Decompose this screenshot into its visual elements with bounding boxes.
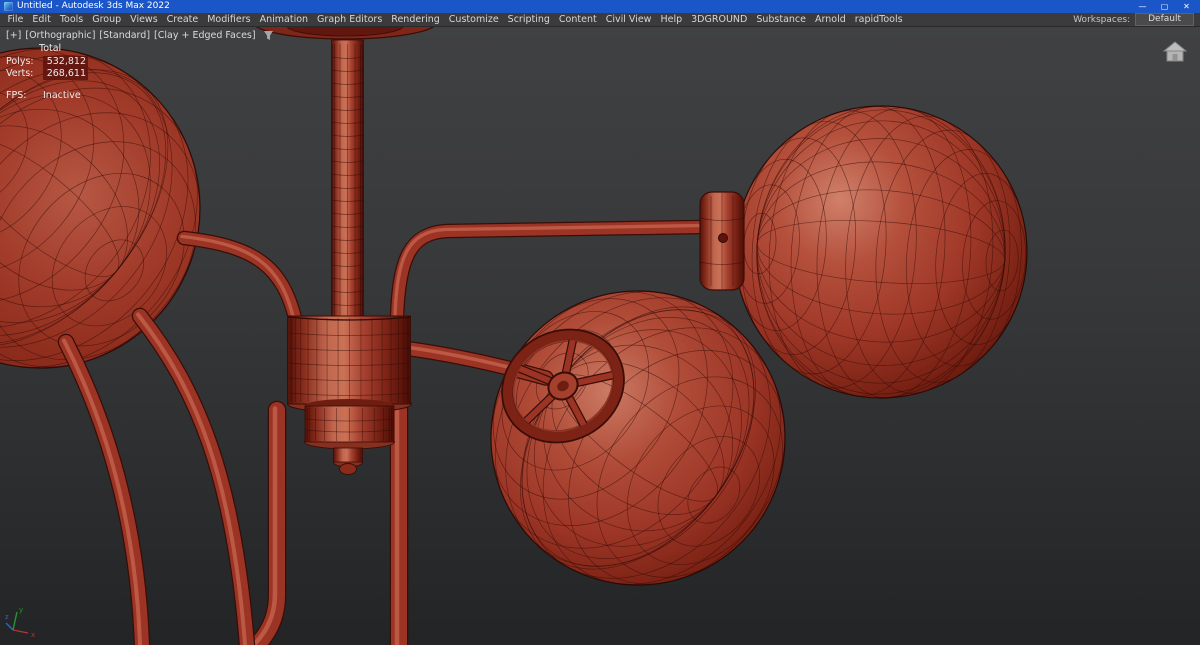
menu-item[interactable]: Group [88,13,126,27]
viewport-label-segment[interactable]: [Standard] [99,30,150,41]
menu-item[interactable]: File [3,13,28,27]
sphere-collar [699,191,745,291]
stats-verts-row: Verts: 268,611 [6,68,88,80]
stats-total-label: Total [39,43,62,54]
close-button[interactable]: ✕ [1176,0,1197,13]
menu-item[interactable]: Edit [28,13,55,27]
menu-item[interactable]: Customize [444,13,503,27]
stats-fps-value: Inactive [43,90,81,101]
top-shade [255,27,435,40]
workspaces-label: Workspaces: [1073,14,1131,25]
minimize-button[interactable]: — [1132,0,1153,13]
menu-item[interactable]: Arnold [811,13,851,27]
menu-item[interactable]: Help [656,13,687,27]
stats-verts-value: 268,611 [43,68,88,80]
stats-polys-row: Polys: 532,812 [6,56,88,68]
stats-fps-row: FPS: Inactive [6,90,88,102]
axis-y-label: y [19,606,23,614]
menu-item[interactable]: Views [126,13,163,27]
menu-item[interactable]: Animation [255,13,312,27]
viewport-statistics: Total Polys: 532,812 Verts: 268,611 FPS:… [6,43,88,102]
menu-item[interactable]: rapidTools [850,13,907,27]
menu-item[interactable]: Rendering [387,13,445,27]
stats-polys-label: Polys: [6,56,34,67]
viewport-label-segment[interactable]: [Orthographic] [25,30,95,41]
viewport-label-segment[interactable]: [+] [6,30,21,41]
menu-item[interactable]: Content [554,13,601,27]
titlebar: Untitled - Autodesk 3ds Max 2022 — ▢ ✕ [0,0,1200,13]
axis-x-label: x [31,631,35,639]
menu-item[interactable]: Scripting [503,13,554,27]
right-sphere [734,105,1028,399]
workspaces-dropdown[interactable]: Default [1135,13,1194,26]
menu-item[interactable]: 3DGROUND [687,13,752,27]
world-axis-tripod: x y z [4,603,46,643]
menu-item[interactable]: Graph Editors [313,13,387,27]
viewport-label-row: [+] [Orthographic] [Standard] [Clay + Edged… [6,30,274,41]
viewport-label-segment[interactable]: [Clay + Edged Faces] [154,30,256,41]
menu-item[interactable]: Modifiers [203,13,255,27]
scene-3d-model[interactable] [0,27,1200,645]
central-column [331,39,364,319]
menu-item[interactable]: Tools [55,13,87,27]
menu-item[interactable]: Substance [752,13,811,27]
filter-funnel-icon[interactable] [263,30,274,41]
stats-fps-label: FPS: [6,90,27,101]
stats-verts-label: Verts: [6,68,34,79]
viewcube-home-icon[interactable] [1162,39,1188,69]
titlebar-left: Untitled - Autodesk 3ds Max 2022 [4,0,170,13]
3dsmax-app-icon [4,2,13,11]
workspaces-area: Workspaces: Default [1073,13,1197,26]
3dsmax-window: Untitled - Autodesk 3ds Max 2022 — ▢ ✕ F… [0,0,1200,645]
viewport[interactable]: [+] [Orthographic] [Standard] [Clay + Edged… [0,27,1200,645]
window-controls: — ▢ ✕ [1132,0,1197,13]
stats-polys-value: 532,812 [43,56,88,68]
axis-z-label: z [5,613,9,621]
menu-item[interactable]: Create [162,13,203,27]
menu-item[interactable]: Civil View [601,13,656,27]
menubar: File Edit Tools Group Views Create Modifiers An… [0,13,1200,27]
maximize-button[interactable]: ▢ [1154,0,1175,13]
window-title: Untitled - Autodesk 3ds Max 2022 [17,1,170,11]
